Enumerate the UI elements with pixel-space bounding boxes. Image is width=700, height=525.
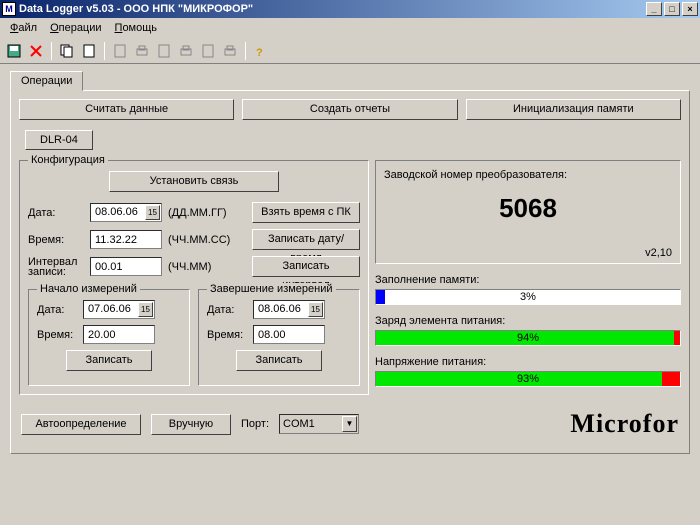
battery-text: 94%	[376, 331, 680, 345]
tab-operations[interactable]: Операции	[10, 71, 83, 91]
close-button[interactable]: ×	[682, 2, 698, 16]
voltage-text: 93%	[376, 372, 680, 386]
minimize-button[interactable]: _	[646, 2, 662, 16]
config-legend: Конфигурация	[28, 154, 108, 166]
end-time-label: Время:	[207, 329, 247, 341]
read-data-button[interactable]: Считать данные	[19, 99, 234, 120]
app-icon: M	[2, 2, 16, 16]
new-icon[interactable]	[79, 41, 99, 61]
start-time-label: Время:	[37, 329, 77, 341]
battery-bar: 94%	[375, 330, 681, 346]
doc1-icon	[110, 41, 130, 61]
start-measure-group: Начало измерений Дата: 07.06.0615 Время:…	[28, 289, 190, 386]
memory-text: 3%	[376, 290, 680, 304]
start-legend: Начало измерений	[37, 283, 140, 295]
date-input[interactable]: 08.06.0615	[90, 203, 162, 222]
firmware-version: v2,10	[645, 247, 672, 259]
time-input[interactable]	[90, 230, 162, 249]
end-time-input[interactable]	[253, 325, 325, 344]
save-icon[interactable]	[4, 41, 24, 61]
create-reports-button[interactable]: Создать отчеты	[242, 99, 457, 120]
write-interval-button[interactable]: Записать интервал	[252, 256, 360, 277]
doc3-icon	[198, 41, 218, 61]
brand-logo: Microfor	[570, 409, 679, 439]
bottom-bar: Автоопределение Вручную Порт: COM1▼ Micr…	[19, 403, 681, 445]
main-panel: Считать данные Создать отчеты Инициализа…	[10, 90, 690, 454]
end-write-button[interactable]: Записать	[236, 350, 321, 371]
end-date-label: Дата:	[207, 304, 247, 316]
port-label: Порт:	[241, 418, 269, 430]
serial-group: Заводской номер преобразователя: 5068 v2…	[375, 160, 681, 264]
config-group: Конфигурация Установить связь Дата: 08.0…	[19, 160, 369, 395]
date-label: Дата:	[28, 207, 84, 219]
menu-operations[interactable]: Операции	[44, 20, 107, 36]
write-datetime-button[interactable]: Записать дату/время	[252, 229, 360, 250]
memory-bar: 3%	[375, 289, 681, 305]
battery-label: Заряд элемента питания:	[375, 315, 681, 327]
voltage-label: Напряжение питания:	[375, 356, 681, 368]
voltage-bar: 93%	[375, 371, 681, 387]
print3-icon	[220, 41, 240, 61]
autodetect-button[interactable]: Автоопределение	[21, 414, 141, 435]
interval-input[interactable]	[90, 257, 162, 276]
menu-help[interactable]: Помощь	[109, 20, 164, 36]
date-picker-icon[interactable]: 15	[308, 302, 323, 317]
date-hint: (ДД.ММ.ГГ)	[168, 207, 227, 219]
window-title: Data Logger v5.03 - ООО НПК "МИКРОФОР"	[19, 3, 253, 15]
start-date-label: Дата:	[37, 304, 77, 316]
end-measure-group: Завершение измерений Дата: 08.06.0615 Вр…	[198, 289, 360, 386]
interval-label: Интервалзаписи:	[28, 257, 84, 277]
copy-icon[interactable]	[57, 41, 77, 61]
start-date-input[interactable]: 07.06.0615	[83, 300, 155, 319]
title-bar: M Data Logger v5.03 - ООО НПК "МИКРОФОР"…	[0, 0, 700, 18]
device-label: DLR-04	[25, 130, 93, 150]
date-picker-icon[interactable]: 15	[138, 302, 153, 317]
end-date-input[interactable]: 08.06.0615	[253, 300, 325, 319]
port-combo[interactable]: COM1▼	[279, 414, 359, 434]
delete-icon[interactable]	[26, 41, 46, 61]
menu-file[interactable]: Файл	[4, 20, 43, 36]
init-memory-button[interactable]: Инициализация памяти	[466, 99, 681, 120]
end-legend: Завершение измерений	[207, 283, 336, 295]
serial-legend: Заводской номер преобразователя:	[384, 169, 672, 181]
help-icon[interactable]: ?	[251, 41, 271, 61]
serial-number: 5068	[384, 193, 672, 224]
svg-text:?: ?	[256, 47, 263, 58]
start-write-button[interactable]: Записать	[66, 350, 151, 371]
connect-button[interactable]: Установить связь	[109, 171, 279, 192]
doc2-icon	[154, 41, 174, 61]
maximize-button[interactable]: □	[664, 2, 680, 16]
chevron-down-icon[interactable]: ▼	[342, 416, 357, 432]
menu-bar: Файл Операции Помощь	[0, 18, 700, 38]
memory-label: Заполнение памяти:	[375, 274, 681, 286]
time-hint: (ЧЧ.ММ.СС)	[168, 234, 230, 246]
interval-hint: (ЧЧ.ММ)	[168, 261, 211, 273]
manual-button[interactable]: Вручную	[151, 414, 231, 435]
toolbar: ?	[0, 38, 700, 64]
print1-icon	[132, 41, 152, 61]
print2-icon	[176, 41, 196, 61]
date-picker-icon[interactable]: 15	[145, 205, 160, 220]
take-pc-time-button[interactable]: Взять время с ПК	[252, 202, 360, 223]
time-label: Время:	[28, 234, 84, 246]
start-time-input[interactable]	[83, 325, 155, 344]
